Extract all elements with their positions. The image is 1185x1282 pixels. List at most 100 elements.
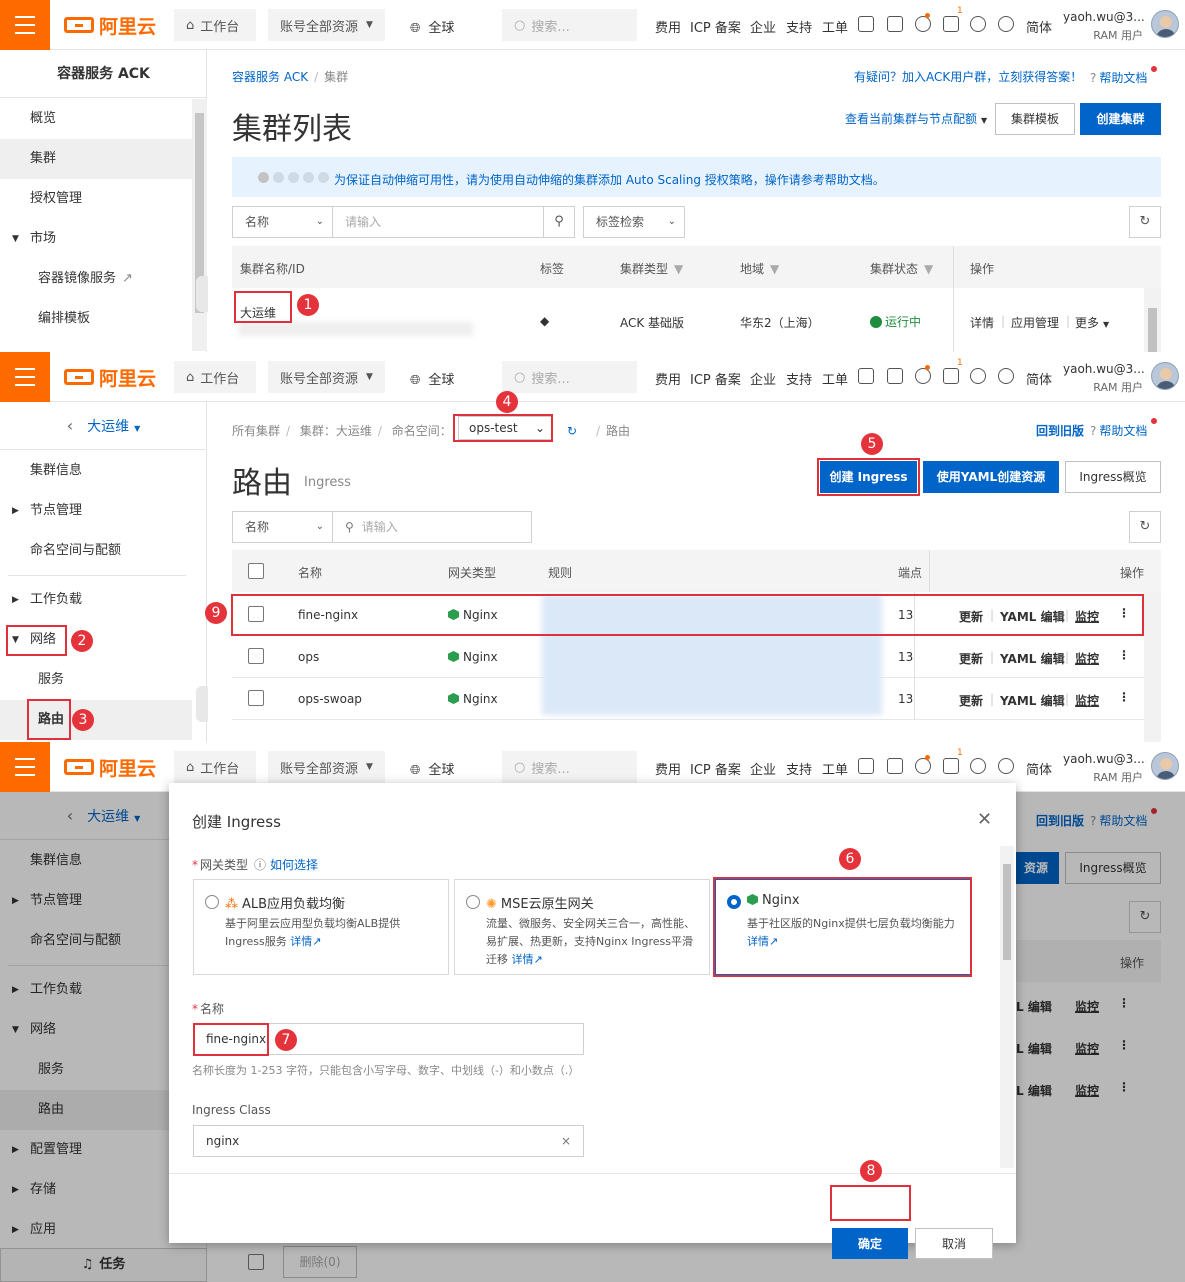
mse-detail-link[interactable]: 详情↗ [512,953,543,966]
more-icon[interactable]: ⋮ [1118,648,1130,662]
filter-input[interactable]: 请输入 [333,206,544,238]
ingress-class-select[interactable]: nginx × [193,1125,584,1157]
terminal-icon[interactable] [887,16,903,32]
back-to-old-version-link[interactable]: 回到旧版 [1036,422,1084,439]
sidebar-item-clusters[interactable]: 集群 [0,139,192,179]
help-doc-link[interactable]: ? 帮助文档 [1090,69,1147,86]
user-menu[interactable]: yaoh.wu@3... RAM 用户 [1063,752,1145,785]
filter-input[interactable]: ⚲ 请输入 [333,511,532,543]
terminal-icon[interactable] [887,368,903,384]
breadcrumb-ack-link[interactable]: 容器服务 ACK [232,70,308,84]
global-search-input[interactable]: ○ 搜索... [502,751,637,783]
table-scrollbar[interactable] [1144,288,1161,352]
monitor-link[interactable]: 监控 [1075,692,1099,709]
hamburger-menu-button[interactable] [0,0,50,50]
aliyun-logo[interactable]: 阿里云 [64,365,156,390]
lightbulb-icon[interactable] [970,368,986,384]
user-menu[interactable]: yaoh.wu@3... RAM 用户 [1063,10,1145,43]
table-scrollbar[interactable] [1144,592,1161,742]
gateway-option-mse[interactable]: ✺ MSE云原生网关 流量、微服务、安全网关三合一，高性能、易扩展、热更新，支持N… [454,879,710,975]
topnav-support-link[interactable]: 支持 [786,369,812,388]
clear-icon[interactable]: × [561,1126,571,1156]
sidebar-item-workloads[interactable]: ▶ 工作负载 [0,580,192,620]
sidebar-item-templates[interactable]: 编排模板 [0,299,192,339]
bell-icon[interactable] [915,16,931,32]
topnav-fees-link[interactable]: 费用 [655,759,681,778]
how-to-choose-link[interactable]: 如何选择 [270,858,318,872]
cluster-template-button[interactable]: 集群模板 [995,103,1075,135]
bell-icon[interactable] [915,368,931,384]
help-icon[interactable] [998,758,1014,774]
bell-icon[interactable] [915,758,931,774]
avatar[interactable] [1151,10,1179,38]
radio-mse[interactable] [466,895,480,909]
sidebar-collapse-toggle[interactable] [196,276,208,312]
tag-icon[interactable]: ◆ [540,314,549,328]
sidebar-item-namespaces[interactable]: 命名空间与配额 [0,531,192,571]
col-region[interactable]: 地域 ▼ [740,260,779,277]
topnav-fees-link[interactable]: 费用 [655,369,681,388]
topnav-ticket-link[interactable]: 工单 [822,369,848,388]
region-select[interactable]: 🌐︎ 全球 [410,759,454,778]
cloudshell-icon[interactable] [858,368,874,384]
alb-detail-link[interactable]: 详情↗ [290,935,321,948]
global-search-input[interactable]: ○ 搜索... [502,361,637,393]
cart-icon[interactable] [943,368,959,384]
sidebar-item-authorization[interactable]: 授权管理 [0,179,192,219]
ingress-overview-button[interactable]: Ingress概览 [1065,461,1161,493]
sidebar-item-nodes[interactable]: ▶ 节点管理 [0,491,192,531]
col-status[interactable]: 集群状态 ▼ [870,260,933,277]
workbench-button[interactable]: ⌂ 工作台 [174,9,256,41]
update-link[interactable]: 更新 [959,692,983,709]
language-switch[interactable]: 简体 [1026,17,1052,36]
sidebar-collapse-toggle[interactable] [196,686,208,722]
app-manage-link[interactable]: 应用管理 [1011,314,1059,331]
back-arrow-icon[interactable]: ‹ [67,416,73,435]
avatar[interactable] [1151,752,1179,780]
lightbulb-icon[interactable] [970,758,986,774]
close-icon[interactable]: ✕ [977,809,992,830]
hamburger-menu-button[interactable] [0,742,50,792]
aliyun-logo[interactable]: 阿里云 [64,13,156,38]
filter-field-select[interactable]: 名称 ⌄ [232,511,333,543]
join-user-group-link[interactable]: 有疑问？加入ACK用户群，立刻获得答案！ [854,68,1082,85]
aliyun-logo[interactable]: 阿里云 [64,755,156,780]
region-select[interactable]: 🌐︎ 全球 [410,369,454,388]
help-icon[interactable] [998,16,1014,32]
create-from-yaml-button[interactable]: 使用YAML创建资源 [923,461,1059,493]
cluster-detail-link[interactable]: 详情 [970,314,994,331]
yaml-edit-link[interactable]: YAML 编辑 [1000,692,1065,709]
breadcrumb-all-clusters[interactable]: 所有集群 [232,424,280,438]
radio-alb[interactable] [205,895,219,909]
search-button[interactable]: ⚲ [543,206,575,238]
topnav-icp-link[interactable]: ICP 备案 [690,369,741,388]
resource-scope-select[interactable]: 账号全部资源 ▼ [268,361,385,393]
breadcrumb-cluster[interactable]: 集群：大运维 [300,424,372,438]
topnav-support-link[interactable]: 支持 [786,17,812,36]
topnav-support-link[interactable]: 支持 [786,759,812,778]
dialog-scrollbar[interactable] [1000,846,1014,1168]
refresh-icon[interactable]: ↻ [567,424,577,438]
help-doc-link[interactable]: ? 帮助文档 [1090,422,1147,439]
region-select[interactable]: 🌐︎ 全球 [410,17,454,36]
notice-pager[interactable] [258,172,329,183]
workbench-button[interactable]: ⌂ 工作台 [174,361,256,393]
cluster-switcher[interactable]: ‹ 大运维 ▼ [0,402,207,450]
quota-link[interactable]: 查看当前集群与节点配额 ▼ [845,110,987,127]
cloudshell-icon[interactable] [858,16,874,32]
topnav-ticket-link[interactable]: 工单 [822,17,848,36]
sidebar-scrollbar[interactable] [192,99,207,351]
topnav-icp-link[interactable]: ICP 备案 [690,759,741,778]
sidebar-item-registry[interactable]: 容器镜像服务 ↗ [0,259,192,299]
row-checkbox[interactable] [248,648,264,664]
ingress-name-link[interactable]: ops-swoap [298,692,362,706]
language-switch[interactable]: 简体 [1026,759,1052,778]
user-menu[interactable]: yaoh.wu@3... RAM 用户 [1063,362,1145,395]
yaml-edit-link[interactable]: YAML 编辑 [1000,650,1065,667]
terminal-icon[interactable] [887,758,903,774]
ingress-name-link[interactable]: ops [298,650,319,664]
sidebar-item-overview[interactable]: 概览 [0,99,192,139]
topnav-ticket-link[interactable]: 工单 [822,759,848,778]
avatar[interactable] [1151,362,1179,390]
lightbulb-icon[interactable] [970,16,986,32]
